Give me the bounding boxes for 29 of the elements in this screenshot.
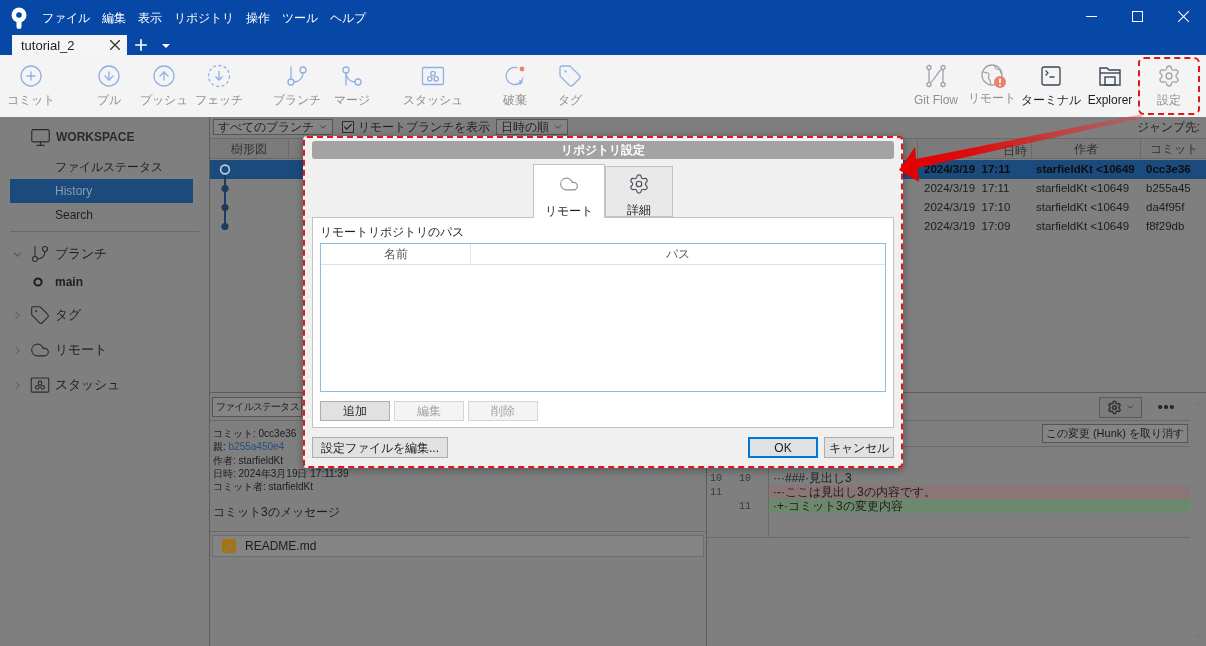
table-cell: starfieldKt <10649 (1036, 162, 1135, 175)
checkbox-label: リモートブランチを表示 (358, 121, 490, 133)
detail-line: コミット: 0cc3e36 (213, 427, 297, 441)
detail-line: 日時: 2024年3月19日 17:11:39 (213, 466, 349, 481)
section-title: WORKSPACE (56, 129, 135, 146)
table-cell: 2024/3/19 17:11 (924, 181, 1010, 194)
table-cell: 0cc3e36 (1146, 162, 1191, 175)
table-cell: starfieldKt <10649 (1036, 200, 1130, 213)
line-number: 10 (739, 472, 751, 484)
table-cell: 2024/3/19 17:11 (924, 162, 1011, 175)
table-cell: f8f29db (1146, 219, 1185, 232)
detail-line: 親: b255a450e4 (213, 440, 285, 454)
table-cell: starfieldKt <10649 (1036, 181, 1130, 194)
table-cell: b255a45 (1146, 181, 1191, 194)
jump-label: ジャンプ先: (1136, 121, 1200, 133)
diff-line: ···###·見出し3 (772, 471, 853, 485)
line-number: 11 (739, 500, 751, 512)
line-number: 10 (710, 472, 722, 484)
section-label: リモートリポジトリのパス (320, 225, 464, 239)
file-name: README.md (245, 538, 317, 556)
line-number: 11 (710, 486, 722, 498)
table-cell: da4f95f (1146, 200, 1185, 213)
detail-line: コミット者: starfieldKt (213, 480, 314, 494)
table-cell: 2024/3/19 17:10 (924, 200, 1011, 213)
dialog-title: リポジトリ設定 (312, 141, 894, 159)
commit-message: コミット3のメッセージ (213, 505, 340, 521)
table-cell: starfieldKt <10649 (1036, 219, 1130, 232)
table-cell: 2024/3/19 17:09 (924, 219, 1011, 232)
detail-line: 作者: starfieldKt (213, 453, 284, 467)
